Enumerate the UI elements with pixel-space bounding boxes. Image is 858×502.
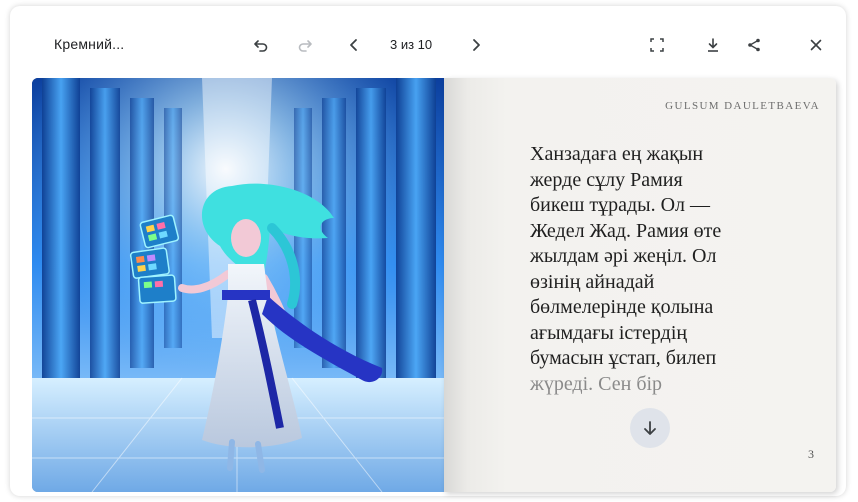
arrow-down-icon [644,421,656,435]
story-text: Ханзадаға ең жақын жерде сұлу Рамия бике… [530,142,800,397]
close-button[interactable] [805,34,827,56]
share-button[interactable] [743,34,765,56]
story-line: өзінің айнадай [530,270,655,293]
next-page-button[interactable] [465,34,487,56]
chevron-right-icon [473,39,480,51]
download-icon [708,38,718,52]
fullscreen-button[interactable] [646,34,668,56]
story-line: бумасын ұстап, билеп [530,347,717,369]
fullscreen-icon [650,38,664,52]
story-line: Ханзадаға ең жақын [530,143,704,165]
text-page: GULSUM DAULETBAEVA Ханзадаға ең жақын же… [444,78,836,492]
undo-icon [254,40,268,52]
document-title: Кремний... [54,36,125,52]
story-line: Жедел Жад. Рамия өте [530,219,722,242]
open-book: GULSUM DAULETBAEVA Ханзадаға ең жақын же… [32,78,836,492]
undo-button[interactable] [250,34,272,56]
viewer-toolbar: Кремний... 3 из 10 [10,6,846,76]
story-line: бикеш тұрады. Ол — [530,194,711,216]
story-line: жерде сұлу Рамия [530,168,683,191]
story-line: ағымдағы істердің [530,321,688,344]
page-indicator: 3 из 10 [390,37,433,52]
story-illustration [32,78,444,492]
redo-button[interactable] [294,34,316,56]
download-button[interactable] [702,34,724,56]
scroll-down-button[interactable] [630,408,670,448]
page-number: 3 [808,447,814,461]
story-line: жылдам әрі жеңіл. Ол [530,245,717,267]
close-icon [810,39,822,51]
illustration-page [32,78,444,492]
previous-page-button[interactable] [343,34,365,56]
author-name: GULSUM DAULETBAEVA [665,100,820,112]
share-icon [748,38,760,52]
redo-icon [298,40,312,52]
story-viewer-window: Кремний... 3 из 10 GULSUM DAULETBAEVA Ха… [10,6,846,496]
story-line: жүреді. Сен бір [530,372,663,395]
story-line: бөлмелерінде қолына [530,296,714,318]
chevron-left-icon [350,39,357,51]
